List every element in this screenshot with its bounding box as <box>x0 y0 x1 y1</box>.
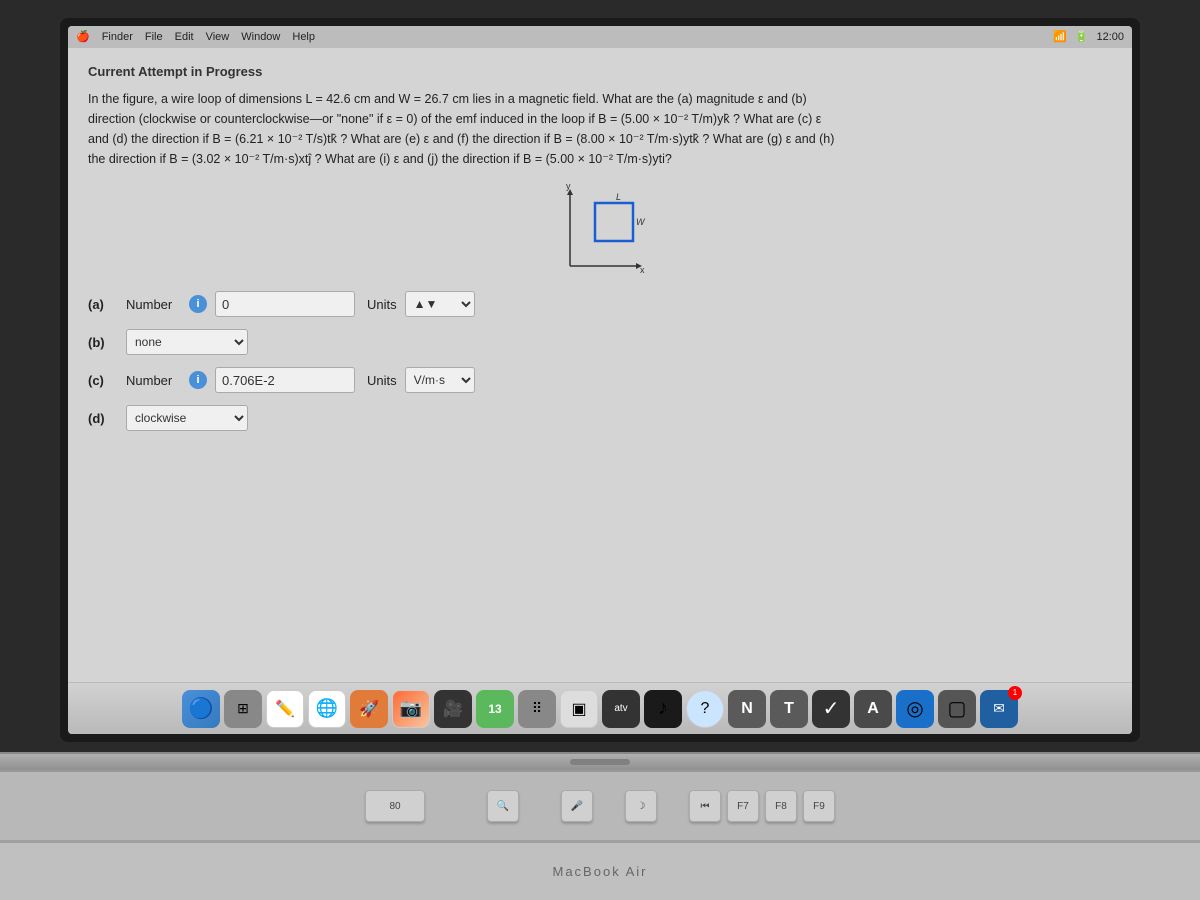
svg-text:x: x <box>640 265 645 275</box>
svg-text:y: y <box>566 181 571 191</box>
keyboard-area: 80 🔍 🎤 ☽ ⏮ F7 F8 F9 <box>0 770 1200 840</box>
answer-row-b: (b) none clockwise counterclockwise <box>88 329 1112 355</box>
units-label-c: Units <box>367 373 397 388</box>
screen: 🍎 Finder File Edit View Window Help 📶 🔋 … <box>68 26 1132 734</box>
dock-icon-chrome[interactable]: 🌐 <box>308 690 346 728</box>
laptop-bottom: MacBook Air <box>0 840 1200 900</box>
direction-select-b[interactable]: none clockwise counterclockwise <box>126 329 248 355</box>
answer-row-d: (d) clockwise counterclockwise none <box>88 405 1112 431</box>
mail-badge: 1 <box>1008 686 1022 700</box>
key-mic[interactable]: 🎤 <box>561 790 593 822</box>
units-label-a: Units <box>367 297 397 312</box>
number-input-a[interactable] <box>215 291 355 317</box>
key-F7[interactable]: F7 <box>727 790 759 822</box>
dock-icon-camera[interactable]: 📷 <box>392 690 430 728</box>
macbook-label: MacBook Air <box>553 864 648 879</box>
key-moon[interactable]: ☽ <box>625 790 657 822</box>
dock-icon-pencil[interactable]: ✏️ <box>266 690 304 728</box>
units-select-c[interactable]: V/m·s V/m mV <box>405 367 475 393</box>
wifi-icon: 📶 <box>1053 30 1067 43</box>
finder-menu[interactable]: Finder <box>102 31 133 43</box>
dock-icon-window[interactable]: ▣ <box>560 690 598 728</box>
battery-icon: 🔋 <box>1075 30 1089 43</box>
dock-icon-launchpad[interactable]: 🚀 <box>350 690 388 728</box>
dock-icon-grid[interactable]: ⊞ <box>224 690 262 728</box>
content-area: Current Attempt in Progress In the figur… <box>68 48 1132 682</box>
n-label: N <box>741 700 753 718</box>
dock-icon-help[interactable]: ? <box>686 690 724 728</box>
key-F8[interactable]: F8 <box>765 790 797 822</box>
dock-icon-video[interactable]: 🎥 <box>434 690 472 728</box>
view-menu[interactable]: View <box>206 31 230 43</box>
svg-text:W: W <box>636 217 646 227</box>
diagram-container: y x L W <box>88 181 1112 281</box>
badge-label: 13 <box>488 702 501 716</box>
key-search[interactable]: 🔍 <box>487 790 519 822</box>
atv-label: atv <box>614 703 627 714</box>
units-select-a[interactable]: ▲▼ <box>405 291 475 317</box>
label-d: (d) <box>88 411 118 426</box>
hinge-detail <box>570 759 630 765</box>
menu-bar-right: 📶 🔋 12:00 <box>1053 30 1124 43</box>
question-line4: the direction if B = (3.02 × 10⁻² T/m·s)… <box>88 152 672 166</box>
info-button-c[interactable]: i <box>189 371 207 389</box>
dock-icon-mail[interactable]: ✉ 1 <box>980 690 1018 728</box>
laptop-display: 🍎 Finder File Edit View Window Help 📶 🔋 … <box>0 0 1200 752</box>
dock-icon-safari[interactable]: ◎ <box>896 690 934 728</box>
dock-icon-slash[interactable]: ✓ <box>812 690 850 728</box>
laptop-hinge <box>0 752 1200 770</box>
a-label: A <box>867 700 879 718</box>
wire-loop-diagram: y x L W <box>540 181 660 281</box>
help-menu[interactable]: Help <box>292 31 315 43</box>
t-label: T <box>784 700 794 718</box>
info-button-a[interactable]: i <box>189 295 207 313</box>
dock-icon-square[interactable]: ▢ <box>938 690 976 728</box>
key-80[interactable]: 80 <box>365 790 425 822</box>
number-input-c[interactable] <box>215 367 355 393</box>
file-menu[interactable]: File <box>145 31 163 43</box>
dock-icon-atv[interactable]: atv <box>602 690 640 728</box>
question-line3: and (d) the direction if B = (6.21 × 10⁻… <box>88 132 834 146</box>
dock-icon-A[interactable]: A <box>854 690 892 728</box>
type-c: Number <box>126 373 181 388</box>
apple-menu[interactable]: 🍎 <box>76 30 90 43</box>
dock-icon-finder[interactable]: 🔵 <box>182 690 220 728</box>
answer-rows: (a) Number i Units ▲▼ (b) none <box>88 291 1112 431</box>
type-a: Number <box>126 297 181 312</box>
dock-icon-N[interactable]: N <box>728 690 766 728</box>
mail-icon: ✉ <box>993 700 1005 717</box>
key-rewind[interactable]: ⏮ <box>689 790 721 822</box>
label-b: (b) <box>88 335 118 350</box>
window-menu[interactable]: Window <box>241 31 280 43</box>
dock-icon-music[interactable]: ♪ <box>644 690 682 728</box>
screen-bezel: 🍎 Finder File Edit View Window Help 📶 🔋 … <box>60 18 1140 742</box>
direction-select-d[interactable]: clockwise counterclockwise none <box>126 405 248 431</box>
attempt-header: Current Attempt in Progress <box>88 64 1112 79</box>
answer-row-c: (c) Number i Units V/m·s V/m mV <box>88 367 1112 393</box>
time-display: 12:00 <box>1096 31 1124 43</box>
label-a: (a) <box>88 297 118 312</box>
edit-menu[interactable]: Edit <box>175 31 194 43</box>
question-text: In the figure, a wire loop of dimensions… <box>88 89 1112 169</box>
question-line1: In the figure, a wire loop of dimensions… <box>88 92 807 106</box>
dock-icon-badge[interactable]: 13 <box>476 690 514 728</box>
dock-icon-dots[interactable]: ⠿ <box>518 690 556 728</box>
dock-icon-T[interactable]: T <box>770 690 808 728</box>
svg-text:L: L <box>616 192 621 202</box>
dock-bar: 🔵 ⊞ ✏️ 🌐 🚀 📷 🎥 13 ⠿ ▣ atv ♪ ? N <box>68 682 1132 734</box>
question-line2: direction (clockwise or counterclockwise… <box>88 112 821 126</box>
menu-bar: 🍎 Finder File Edit View Window Help 📶 🔋 … <box>68 26 1132 48</box>
label-c: (c) <box>88 373 118 388</box>
key-F9[interactable]: F9 <box>803 790 835 822</box>
answer-row-a: (a) Number i Units ▲▼ <box>88 291 1112 317</box>
